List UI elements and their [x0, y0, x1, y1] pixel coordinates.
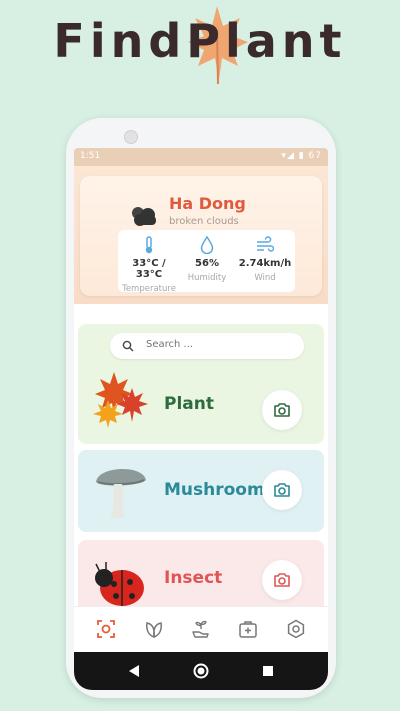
scan-icon — [97, 620, 115, 638]
temperature-value: 33°C / 33°C — [132, 258, 166, 280]
mushroom-card[interactable]: Mushroom — [78, 450, 324, 532]
recents-icon[interactable] — [262, 665, 274, 677]
weather-card[interactable]: Ha Dong broken clouds 33°C / 33°C Temper… — [80, 176, 322, 296]
humidity-value: 56% — [195, 258, 219, 269]
nav-first-aid[interactable] — [238, 619, 258, 639]
plant-camera-button[interactable] — [262, 390, 302, 430]
city-name: Ha Dong — [169, 194, 246, 213]
mushroom-camera-button[interactable] — [262, 470, 302, 510]
plant-hand-icon — [192, 620, 209, 638]
insect-camera-button[interactable] — [262, 560, 302, 600]
app-screen: 1:51 ▾◢ ▮ 67 Ha Dong broken clouds 33°C … — [74, 148, 328, 690]
leaves-icon — [146, 622, 162, 639]
plant-label: Plant — [164, 394, 214, 414]
droplet-icon — [200, 235, 214, 255]
insect-label: Insect — [164, 568, 223, 588]
phone-frame: 1:51 ▾◢ ▮ 67 Ha Dong broken clouds 33°C … — [66, 118, 336, 698]
search-bar[interactable] — [110, 333, 304, 359]
wind-icon — [257, 236, 275, 252]
camera-icon — [274, 403, 290, 417]
search-input[interactable] — [144, 338, 298, 351]
humidity-stat: 56% Humidity — [178, 235, 236, 283]
bottom-navigation — [74, 606, 328, 653]
back-icon[interactable] — [128, 664, 140, 678]
status-icons: ▾◢ ▮ 67 — [281, 151, 322, 161]
status-bar: 1:51 ▾◢ ▮ 67 — [74, 148, 328, 166]
status-time: 1:51 — [80, 151, 101, 161]
home-icon[interactable] — [193, 663, 209, 679]
system-navigation-bar — [74, 652, 328, 690]
ladybug-icon — [95, 562, 144, 606]
app-title: FindPlant — [53, 14, 347, 68]
settings-icon — [287, 619, 305, 639]
nav-plants[interactable] — [144, 619, 164, 639]
temperature-label: Temperature — [122, 284, 176, 294]
camera-icon — [274, 483, 290, 497]
weather-stats: 33°C / 33°C Temperature 56% Humidity 2.7… — [118, 230, 295, 294]
weather-condition: broken clouds — [169, 216, 239, 227]
camera-icon — [274, 573, 290, 587]
humidity-label: Humidity — [187, 273, 227, 283]
mushroom-label: Mushroom — [164, 480, 265, 500]
broken-clouds-icon — [132, 207, 156, 226]
weather-section: Ha Dong broken clouds 33°C / 33°C Temper… — [74, 166, 328, 304]
maple-leaves-icon — [93, 372, 148, 428]
nav-scan[interactable] — [96, 619, 116, 639]
mushroom-icon — [96, 468, 146, 518]
camera-icon — [124, 130, 138, 144]
first-aid-icon — [239, 621, 257, 638]
wind-value: 2.74km/h — [238, 258, 292, 269]
wind-stat: 2.74km/h Wind — [236, 236, 294, 283]
wind-label: Wind — [254, 273, 276, 283]
thermometer-icon — [145, 236, 153, 254]
search-icon — [122, 340, 134, 352]
temperature-stat: 33°C / 33°C Temperature — [120, 236, 178, 294]
nav-care[interactable] — [191, 619, 211, 639]
nav-settings[interactable] — [286, 619, 306, 639]
